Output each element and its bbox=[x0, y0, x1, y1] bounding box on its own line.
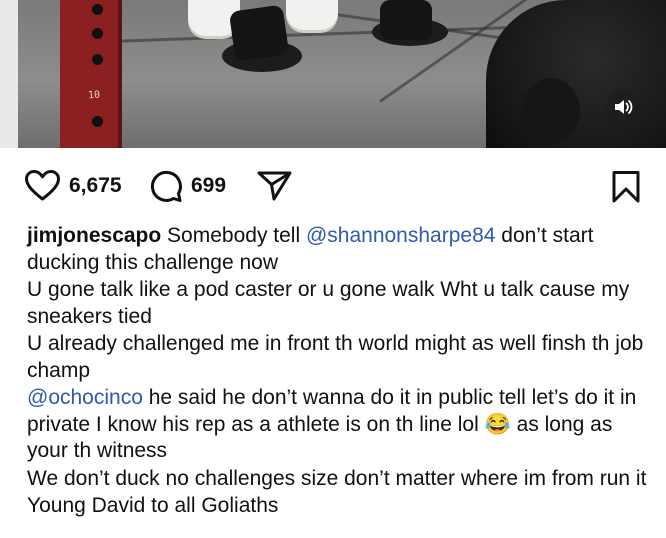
share-group bbox=[257, 170, 293, 202]
rack-hole bbox=[92, 28, 103, 39]
rack-number: 10 bbox=[87, 89, 101, 102]
caption-line: jimjonescapo Somebody tell @shannonsharp… bbox=[27, 223, 652, 276]
caption-line: U already challenged me in front th worl… bbox=[27, 332, 644, 382]
caption-text: Somebody tell bbox=[167, 224, 306, 247]
laughing-emoji: 😂 bbox=[484, 412, 511, 436]
caption-line: We don’t duck no challenges size don’t m… bbox=[27, 466, 647, 490]
speaker-sound-icon bbox=[615, 100, 633, 114]
caption-line: @ochocinco he said he don’t wanna do it … bbox=[27, 385, 652, 465]
rack-hole bbox=[92, 116, 103, 127]
wall-edge bbox=[0, 0, 18, 148]
heart-icon[interactable] bbox=[24, 169, 61, 202]
mention-link[interactable]: @shannonsharpe84 bbox=[306, 224, 495, 247]
username-link[interactable]: jimjonescapo bbox=[27, 224, 161, 247]
like-group: 6,675 bbox=[24, 169, 122, 202]
like-count: 6,675 bbox=[69, 173, 122, 197]
post-caption: jimjonescapo Somebody tell @shannonsharp… bbox=[27, 223, 652, 520]
rack-hole bbox=[92, 54, 103, 65]
bookmark-group bbox=[611, 170, 641, 204]
bookmark-icon[interactable] bbox=[611, 170, 641, 204]
comment-count: 699 bbox=[191, 174, 227, 197]
action-bar: 6,675 699 bbox=[0, 148, 666, 228]
comment-group: 699 bbox=[149, 169, 226, 203]
squat-rack bbox=[60, 0, 122, 148]
mention-link[interactable]: @ochocinco bbox=[27, 386, 143, 409]
kettlebell bbox=[522, 78, 580, 144]
share-icon[interactable] bbox=[257, 170, 293, 202]
post-video[interactable]: 10 bbox=[0, 0, 666, 148]
caption-line: U gone talk like a pod caster or u gone … bbox=[27, 278, 630, 328]
sound-button[interactable] bbox=[606, 90, 640, 124]
pushup-handle bbox=[380, 0, 432, 40]
pushup-handle bbox=[228, 4, 290, 62]
caption-line: Young David to all Goliaths bbox=[27, 494, 279, 517]
comment-icon[interactable] bbox=[149, 169, 183, 203]
rack-hole bbox=[92, 4, 103, 15]
right-sneaker bbox=[286, 0, 338, 30]
